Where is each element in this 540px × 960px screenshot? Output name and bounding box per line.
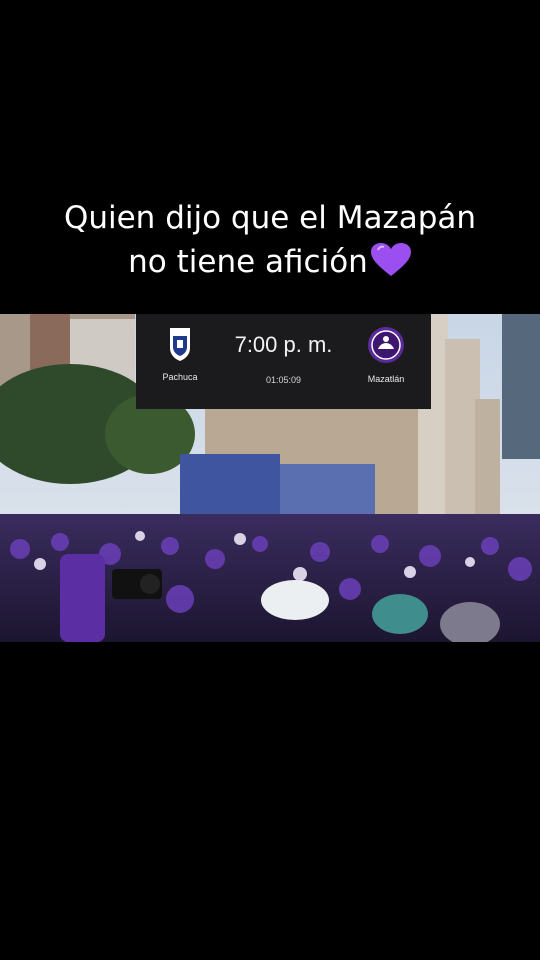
home-team: Pachuca (145, 326, 215, 382)
kickoff-time: 7:00 p. m. (234, 332, 333, 357)
match-clock: 01:05:09 (265, 375, 302, 385)
mazatlan-crest-icon (368, 327, 404, 363)
video-caption: Quien dijo que el Mazapán no tiene afici… (0, 196, 540, 284)
away-team: Mazatlán (351, 326, 421, 384)
caption-line-2: no tiene afición (0, 240, 540, 284)
purple-heart-icon (370, 243, 411, 276)
caption-line-1: Quien dijo que el Mazapán (63, 200, 477, 236)
match-scoreboard-overlay: Pachuca 7:00 p. m. 01:05:09 Mazatlán (136, 314, 431, 409)
caption-line-2-text: no tiene afición (128, 244, 368, 280)
away-team-name: Mazatlán (367, 374, 405, 384)
pachuca-crest-icon (170, 328, 190, 361)
home-team-name: Pachuca (162, 372, 198, 382)
